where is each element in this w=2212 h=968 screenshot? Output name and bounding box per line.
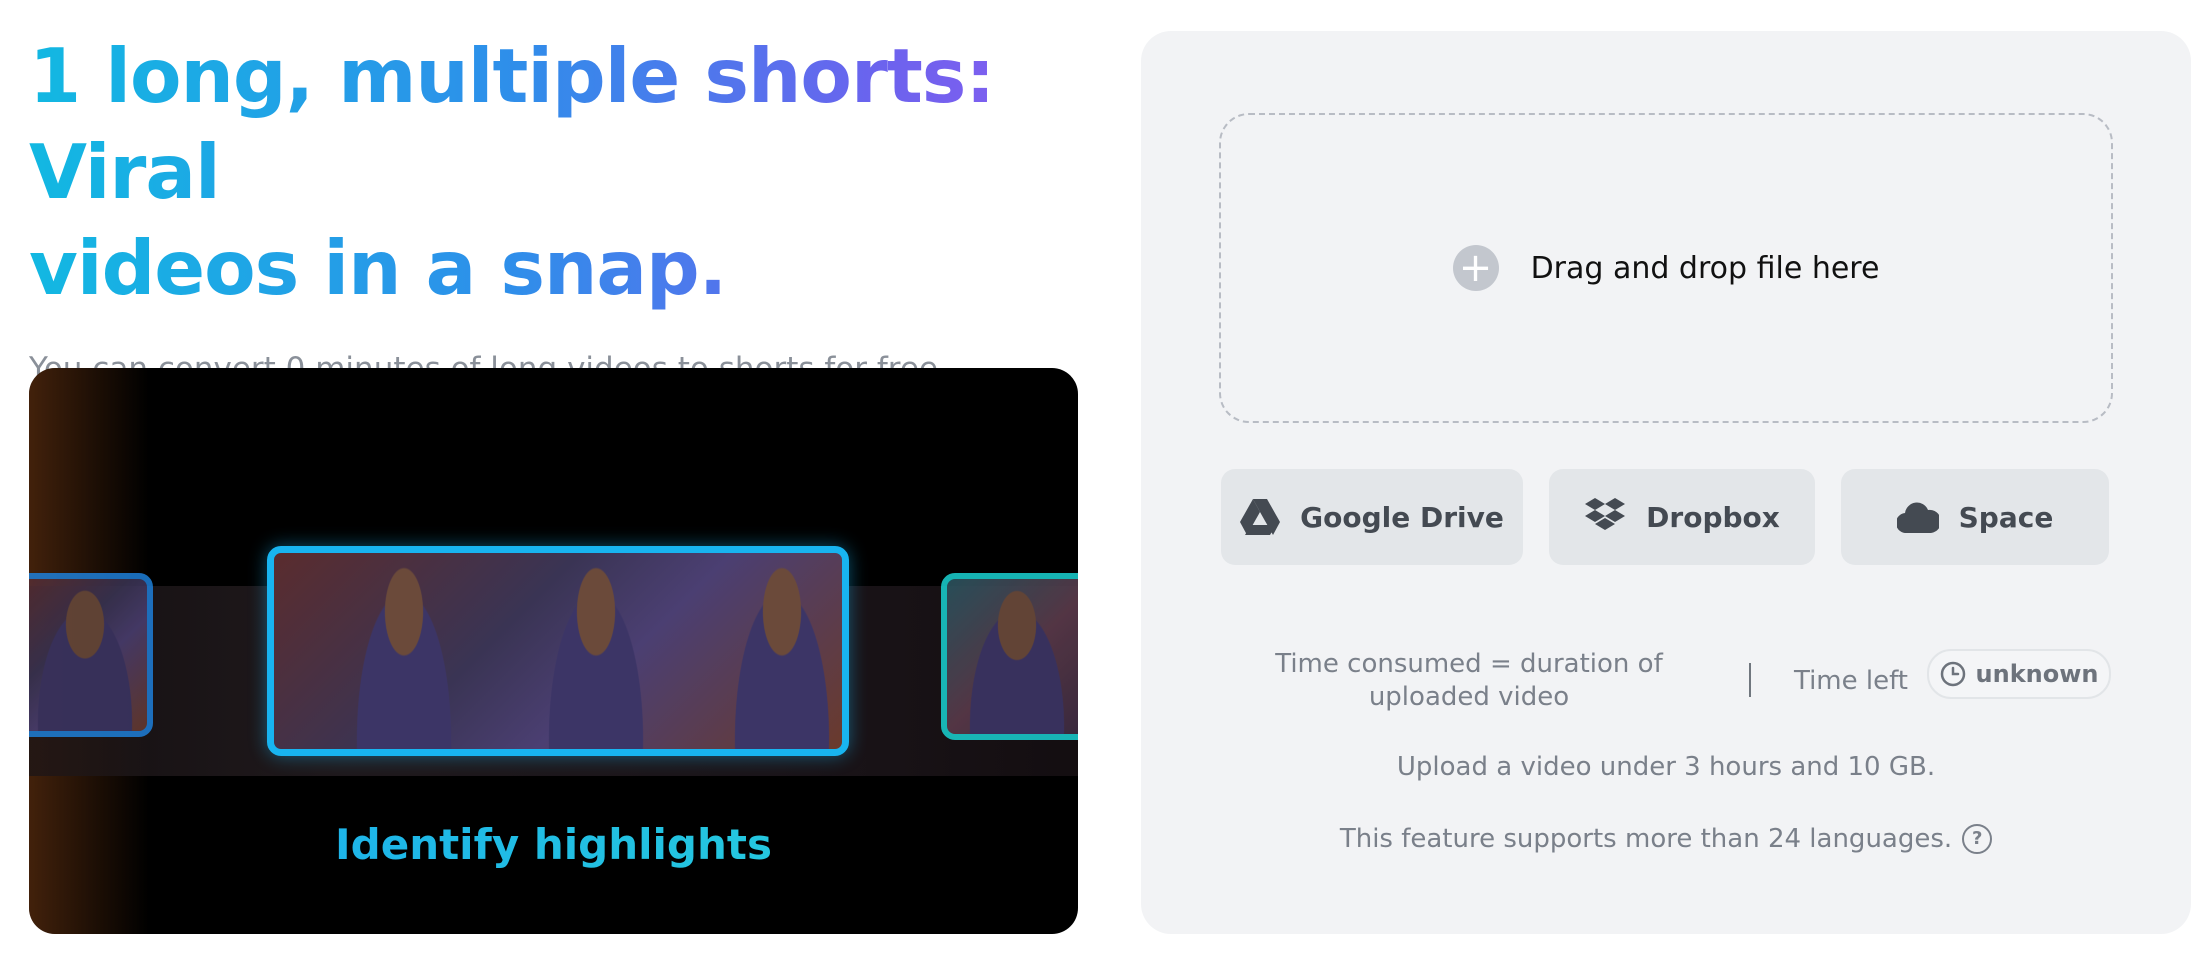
thumbnail-frame-right [941, 573, 1078, 740]
dropbox-icon [1585, 498, 1626, 530]
preview-caption: Identify highlights [29, 820, 1078, 869]
space-label: Space [1958, 500, 2054, 534]
divider [1749, 663, 1751, 697]
google-drive-button[interactable]: Google Drive [1221, 469, 1523, 565]
language-hint: This feature supports more than 24 langu… [1339, 824, 1953, 854]
plus-circle-icon: + [1452, 245, 1499, 291]
time-left-value: unknown [1975, 660, 2099, 688]
page-title: 1 long, multiple shorts: Viral videos in… [29, 28, 1089, 316]
time-left-label: Time left [1794, 666, 1909, 696]
dropbox-button[interactable]: Dropbox [1549, 469, 1815, 565]
language-hint-row: This feature supports more than 24 langu… [1141, 824, 2191, 854]
headline-line-2: videos in a snap. [29, 224, 727, 312]
highlight-frame [267, 546, 849, 756]
dropbox-label: Dropbox [1646, 500, 1780, 534]
size-limit-hint: Upload a video under 3 hours and 10 GB. [1396, 752, 1936, 782]
feature-preview-video: Identify highlights [29, 368, 1078, 934]
time-left-badge: unknown [1927, 649, 2111, 699]
upload-panel: + Drag and drop file here Google Drive D… [1141, 31, 2191, 934]
cloud-icon [1896, 502, 1939, 533]
dropzone-label: Drag and drop file here [1530, 250, 1880, 286]
space-button[interactable]: Space [1841, 469, 2109, 565]
help-icon[interactable]: ? [1962, 824, 1993, 854]
google-drive-icon [1240, 499, 1281, 535]
google-drive-label: Google Drive [1300, 500, 1504, 534]
time-consumed-text: Time consumed = duration of uploaded vid… [1275, 649, 1663, 712]
time-info-row: Time consumed = duration of uploaded vid… [1219, 648, 2111, 718]
headline-line-1: 1 long, multiple shorts: Viral [29, 32, 995, 216]
clock-icon [1940, 661, 1965, 687]
thumbnail-frame-left [29, 573, 153, 737]
file-dropzone[interactable]: + Drag and drop file here [1219, 113, 2113, 423]
